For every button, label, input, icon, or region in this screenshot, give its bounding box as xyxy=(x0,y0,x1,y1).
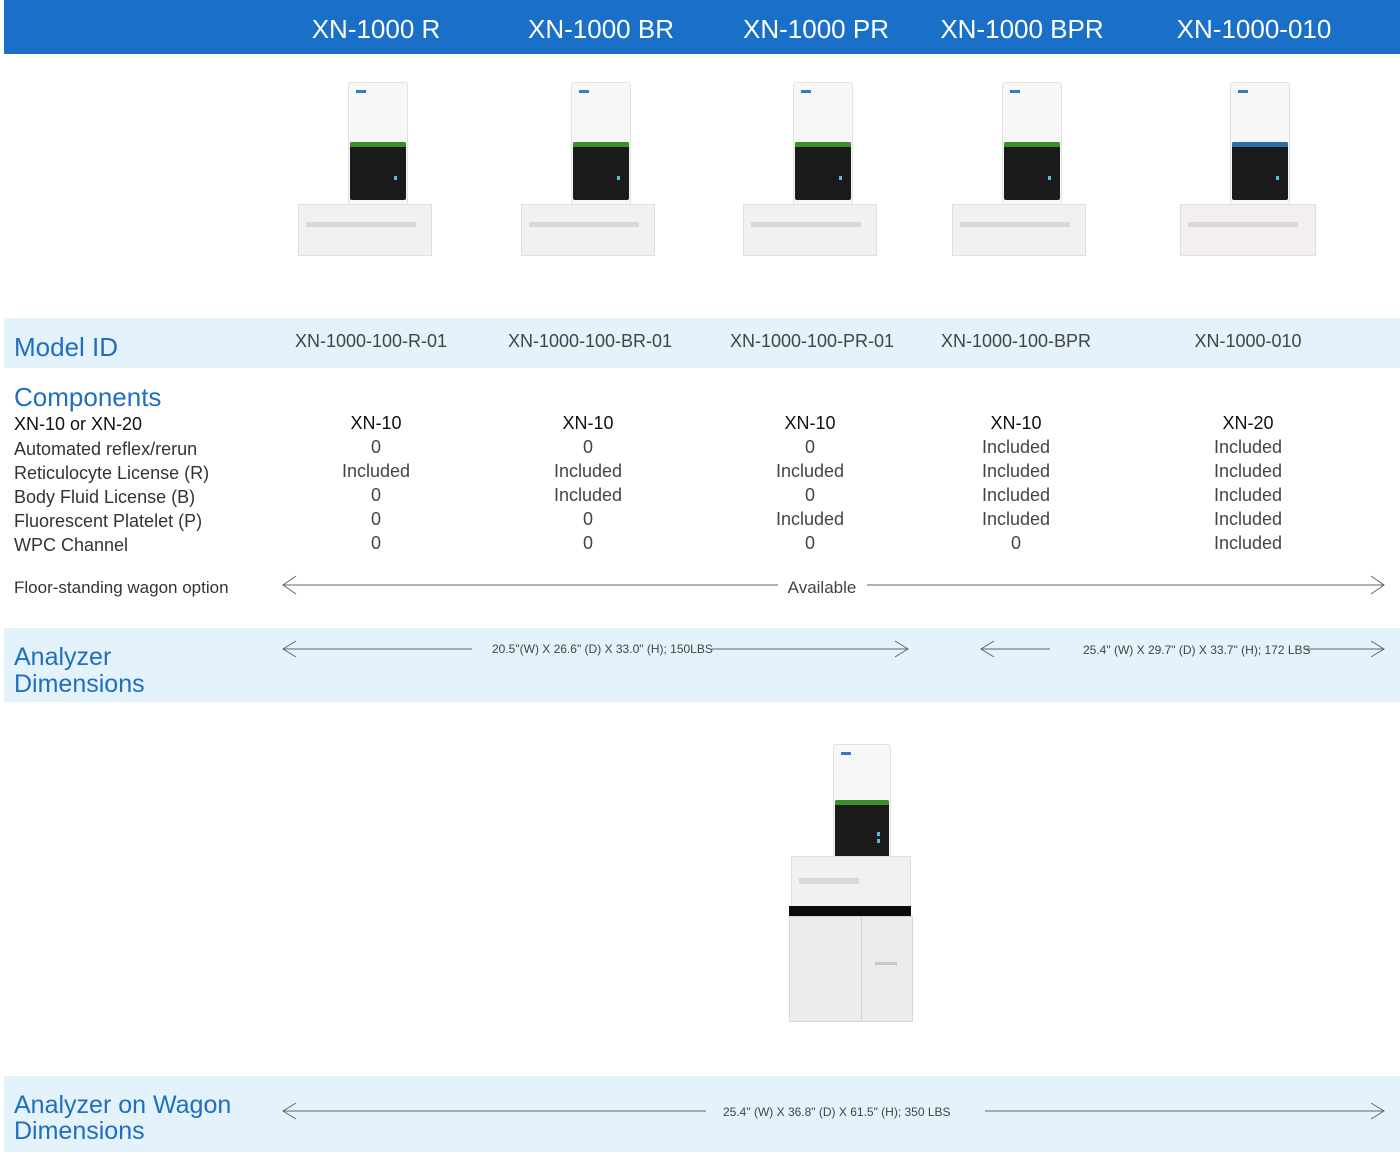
dimension-arrows xyxy=(282,575,1385,1120)
